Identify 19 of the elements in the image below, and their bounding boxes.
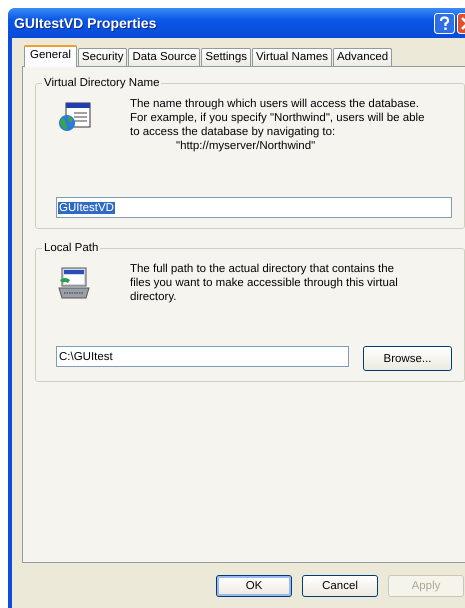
browse-button[interactable]: Browse... bbox=[363, 346, 452, 371]
tab[interactable]: Security bbox=[78, 48, 128, 66]
description-text: The full path to the actual directory that contains the files you want to make accessible through this virtual directory. bbox=[130, 262, 398, 304]
description-text: The name through which users will access the database. For example, if you specify "Northwind", users will be able to access the database by navigating to: "http://myserver/Northwind" bbox=[130, 97, 425, 153]
tab[interactable]: Settings bbox=[201, 48, 251, 66]
group-label: Local Path bbox=[43, 242, 100, 254]
tab[interactable]: Data Source bbox=[128, 48, 200, 66]
text-field[interactable]: GUItestVD bbox=[56, 197, 452, 218]
tab[interactable]: General bbox=[24, 45, 77, 67]
help-icon[interactable] bbox=[434, 12, 455, 34]
dialog-button[interactable]: OK bbox=[216, 575, 292, 597]
group-label: Virtual Directory Name bbox=[43, 77, 160, 89]
tab[interactable]: Advanced bbox=[332, 48, 392, 66]
tab[interactable]: Virtual Names bbox=[252, 48, 332, 66]
window-title: GUItestVD Properties bbox=[14, 15, 158, 31]
globe-window-icon bbox=[56, 101, 92, 133]
computer-icon bbox=[56, 266, 92, 300]
dialog-button[interactable]: Cancel bbox=[302, 575, 378, 597]
text-field[interactable]: C:\GUItest bbox=[56, 346, 349, 367]
